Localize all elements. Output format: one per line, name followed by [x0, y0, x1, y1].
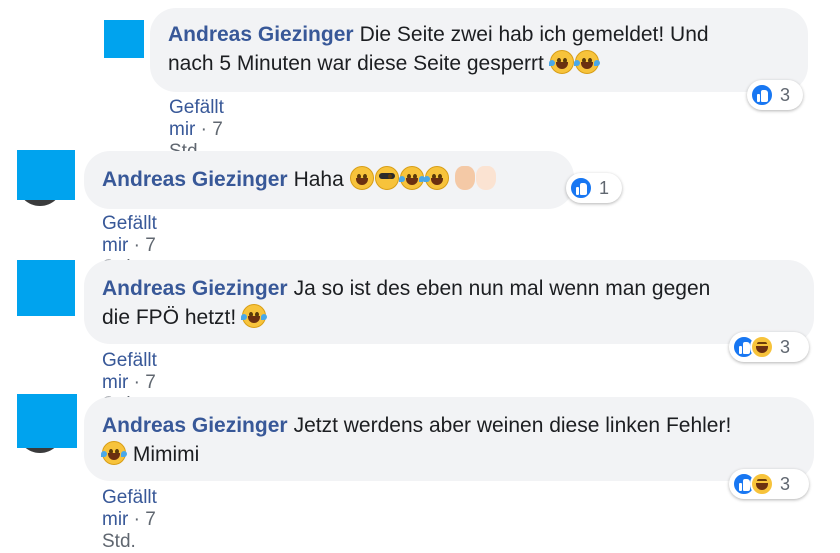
comment-author[interactable]: Andreas Giezinger: [168, 23, 354, 46]
joy-emoji-icon: [241, 304, 268, 328]
separator: ·: [133, 235, 140, 256]
comment-bubble: Andreas Giezinger Die Seite zwei hab ich …: [150, 8, 808, 92]
comment-text: die FPÖ hetzt!: [102, 306, 237, 329]
comment-text: Ja so ist des eben nun mal wenn man gege…: [293, 277, 711, 300]
reaction-count: 3: [780, 473, 791, 494]
like-icon: [569, 176, 593, 200]
reaction-summary[interactable]: 3: [729, 469, 809, 499]
comment-bubble: Andreas Giezinger Ja so ist des eben nun …: [84, 260, 814, 344]
reaction-summary[interactable]: 1: [566, 173, 622, 203]
reaction-summary[interactable]: 3: [747, 80, 803, 110]
haha-icon: [750, 335, 774, 359]
separator: ·: [133, 372, 140, 393]
separator: ·: [200, 119, 207, 140]
comment-author[interactable]: Andreas Giezinger: [102, 277, 288, 300]
reaction-count: 3: [780, 84, 791, 105]
comment-text: nach 5 Minuten war diese Seite gesperrt: [168, 52, 544, 75]
comment-author[interactable]: Andreas Giezinger: [102, 414, 288, 437]
comment-author[interactable]: Andreas Giezinger: [102, 168, 288, 191]
comment-meta: Gefällt mir · 7 Std.: [102, 487, 157, 553]
rofl-emoji-icon: [548, 50, 574, 74]
avatar[interactable]: [17, 260, 75, 316]
comment-text: Mimimi: [132, 443, 200, 466]
haha-icon: [750, 472, 774, 496]
ok-hand-emoji-icon: [455, 166, 476, 190]
reaction-summary[interactable]: 3: [729, 332, 809, 362]
comment-text: Haha: [293, 168, 344, 191]
avatar-mask: [17, 150, 75, 200]
comment-bubble: Andreas Giezinger Jetzt werdens aber wein…: [84, 397, 814, 481]
reaction-count: 1: [599, 177, 610, 198]
joy-emoji-icon: [101, 441, 127, 465]
joy-emoji-icon: [573, 50, 600, 74]
avatar-mask: [17, 394, 77, 448]
sunglasses-emoji-icon: [374, 166, 399, 190]
thumbs-up-emoji-icon: [476, 166, 497, 190]
like-icon: [750, 83, 774, 107]
rofl-emoji-icon: [423, 166, 449, 190]
comment-text: Jetzt werdens aber weinen diese linken F…: [293, 414, 732, 437]
joy-emoji-icon: [398, 166, 425, 190]
comment-bubble: Andreas Giezinger Haha: [84, 151, 574, 209]
avatar[interactable]: [104, 20, 144, 58]
grinning-emoji-icon: [349, 166, 374, 190]
comment-text: Die Seite zwei hab ich gemeldet! Und: [359, 23, 709, 46]
reaction-count: 3: [780, 336, 791, 357]
